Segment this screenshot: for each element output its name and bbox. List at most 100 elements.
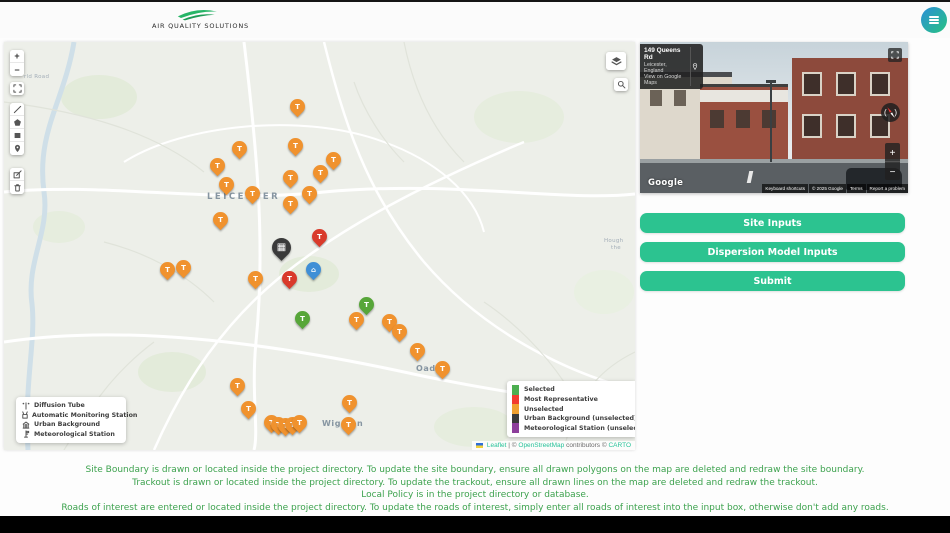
color-legend: Selected Most Representative Unselected … (507, 381, 635, 437)
zoom-in-button[interactable]: + (10, 50, 24, 63)
map-marker-tube[interactable]: T (310, 162, 331, 183)
terms-link[interactable]: Terms (847, 184, 866, 193)
app: AIR QUALITY SOLUTIONS LEICESTER O (0, 0, 950, 533)
info-notes: Site Boundary is drawn or located inside… (0, 464, 950, 514)
draw-marker-button[interactable] (10, 142, 24, 155)
color-legend-label: Unselected (524, 406, 564, 413)
tube-glyph: T (176, 260, 191, 275)
street-view-window (836, 114, 856, 138)
map-marker-tube[interactable]: T (299, 183, 320, 204)
layers-button[interactable] (606, 52, 626, 70)
map-marker-tube[interactable]: T (289, 412, 310, 433)
logo-leaf-icon (169, 6, 225, 22)
map-marker-tube[interactable]: T (389, 321, 410, 342)
dispersion-model-inputs-button[interactable]: Dispersion Model Inputs (640, 242, 905, 262)
map-marker-tube[interactable]: T (280, 167, 301, 188)
color-legend-row: Unselected (512, 404, 631, 414)
diffusion-tube-icon (21, 402, 31, 410)
tube-glyph: T (341, 417, 356, 432)
street-view-window (736, 110, 750, 128)
map-marker-tube[interactable]: T (280, 193, 301, 214)
building-glyph: ▦ (272, 238, 291, 257)
map-marker-tube[interactable]: T (338, 414, 359, 435)
tube-glyph: T (359, 297, 374, 312)
map-marker-tube[interactable]: T (210, 209, 231, 230)
search-button[interactable] (614, 78, 628, 91)
map-marker-tube[interactable]: T (279, 268, 300, 289)
map-marker-tube[interactable]: T (432, 358, 453, 379)
openstreetmap-link[interactable]: OpenStreetMap (518, 442, 564, 449)
carto-link[interactable]: CARTO (608, 442, 631, 449)
polygon-icon (13, 118, 22, 127)
tube-glyph: T (435, 361, 450, 376)
color-legend-label: Urban Background (unselected) (524, 415, 635, 422)
color-swatch-urban-background (512, 414, 519, 424)
zoom-out-button[interactable]: − (10, 63, 24, 76)
note-trackout: Trackout is drawn or located inside the … (0, 477, 950, 490)
map-marker-tube[interactable]: T (356, 294, 377, 315)
tube-glyph: T (248, 271, 263, 286)
map[interactable]: LEICESTER Oadby Wigston Hough the rld Ro… (4, 42, 635, 450)
menu-button[interactable] (921, 7, 947, 33)
street-view-footer: Keyboard shortcuts © 2025 Google Terms R… (761, 184, 908, 193)
automatic-monitoring-station-icon (21, 411, 29, 419)
edit-icon (13, 170, 22, 179)
street-view-zoom-in-button[interactable]: + (885, 147, 900, 162)
polyline-icon (13, 105, 22, 114)
street-view-fullscreen-button[interactable] (888, 48, 902, 62)
tube-glyph: T (210, 158, 225, 173)
delete-layers-button[interactable] (10, 181, 24, 194)
keyboard-shortcuts-link[interactable]: Keyboard shortcuts (762, 184, 808, 193)
street-view-panel[interactable]: 149 Queens Rd Leicester, England View on… (640, 42, 908, 193)
street-view-lamppost (770, 80, 772, 162)
street-view-window (836, 72, 856, 96)
draw-rectangle-button[interactable] (10, 129, 24, 142)
attribution-contributors: contributors (566, 442, 600, 449)
street-view-compass[interactable] (881, 103, 900, 122)
submit-button[interactable]: Submit (640, 271, 905, 291)
map-marker-tube[interactable]: T (242, 183, 263, 204)
attribution-separator: | (508, 442, 510, 449)
map-marker-building[interactable]: ▦ (268, 234, 295, 261)
site-inputs-button[interactable]: Site Inputs (640, 213, 905, 233)
map-marker-tube[interactable]: T (207, 155, 228, 176)
map-marker-tube[interactable]: T (285, 135, 306, 156)
compass-needle-icon (886, 107, 895, 119)
fullscreen-icon (13, 84, 22, 93)
home-glyph: ⌂ (306, 262, 321, 277)
map-marker-tube[interactable]: T (238, 398, 259, 419)
color-legend-row: Urban Background (unselected) (512, 414, 631, 424)
google-copyright: © 2025 Google (809, 184, 846, 193)
zoom-control: + − (10, 50, 24, 76)
map-marker-home[interactable]: ⌂ (303, 259, 324, 280)
map-marker-tube[interactable]: T (292, 308, 313, 329)
map-marker-tube[interactable]: T (339, 392, 360, 413)
color-legend-label: Most Representative (524, 396, 598, 403)
draw-polygon-button[interactable] (10, 116, 24, 129)
map-marker-tube[interactable]: T (287, 96, 308, 117)
edit-layers-button[interactable] (10, 168, 24, 181)
view-on-google-maps-link[interactable]: View on Google Maps (644, 74, 687, 86)
map-marker-tube[interactable]: T (229, 138, 250, 159)
map-marker-tube[interactable]: T (173, 257, 194, 278)
meteorological-station-icon (21, 430, 31, 438)
color-legend-row: Most Representative (512, 395, 631, 405)
map-marker-tube[interactable]: T (216, 174, 237, 195)
map-marker-tube[interactable]: T (227, 375, 248, 396)
google-logo[interactable]: Google (648, 178, 683, 188)
tube-glyph: T (302, 186, 317, 201)
map-marker-tube[interactable]: T (407, 340, 428, 361)
map-marker-tube[interactable]: T (309, 226, 330, 247)
leaflet-link[interactable]: Leaflet (487, 442, 507, 449)
ukraine-flag-icon (476, 443, 483, 448)
street-view-address-text: 149 Queens Rd Leicester, England View on… (644, 47, 687, 86)
color-swatch-unselected (512, 404, 519, 414)
marker-icon (13, 144, 22, 153)
fullscreen-button[interactable] (10, 82, 24, 95)
report-a-problem-link[interactable]: Report a problem (867, 184, 909, 193)
street-view-window (762, 110, 776, 128)
logo[interactable]: AIR QUALITY SOLUTIONS (152, 6, 242, 30)
map-marker-tube[interactable]: T (245, 268, 266, 289)
draw-polyline-button[interactable] (10, 103, 24, 116)
street-view-zoom-out-button[interactable]: − (885, 165, 900, 180)
